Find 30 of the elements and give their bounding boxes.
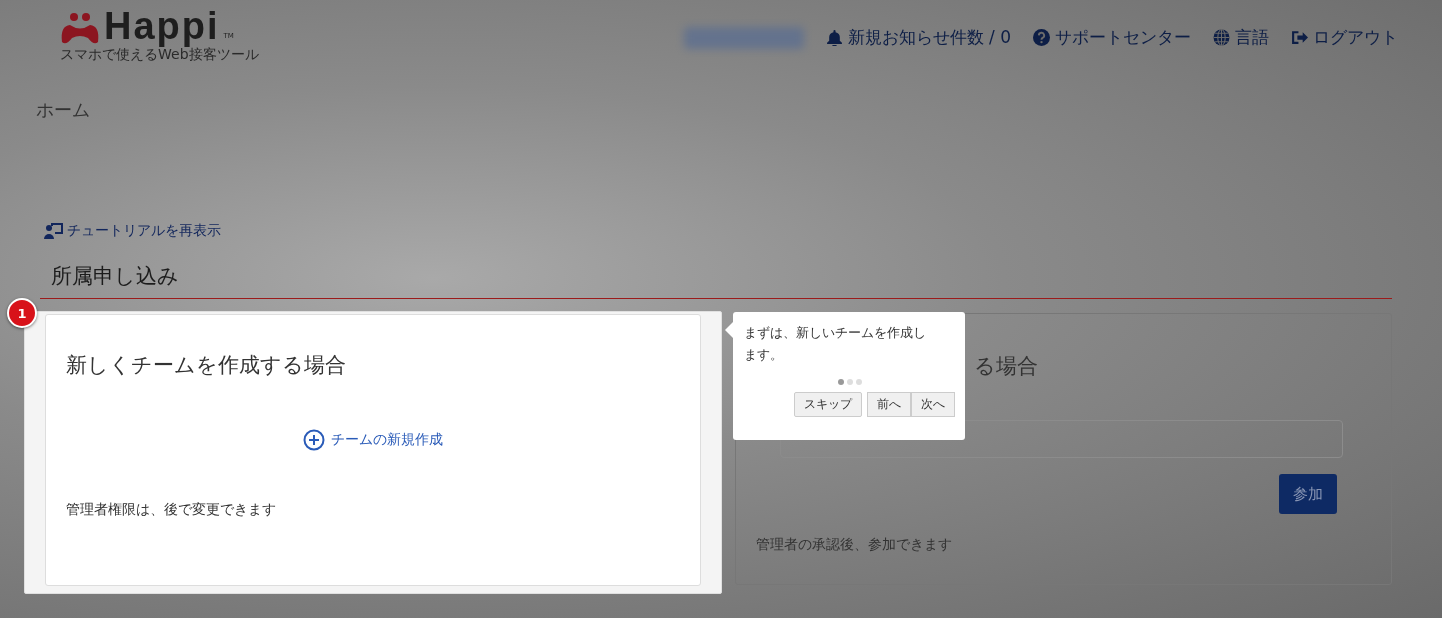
logout-icon [1291,29,1308,46]
card-note: 管理者の承認後、参加できます [756,536,953,554]
logo-tagline: スマホで使えるWeb接客ツール [60,46,259,64]
card-title: る場合 [974,353,1039,380]
breadcrumb: ホーム [35,98,91,122]
step-badge: 1 [7,298,37,328]
previous-button[interactable]: 前へ [867,392,911,417]
card-title: 新しくチームを作成する場合 [66,352,347,379]
bell-icon [825,29,843,46]
section-title: 所属申し込み [40,262,1392,299]
logo-text: Happi [104,6,220,46]
tooltip-text: まずは、新しいチームを作成します。 [744,324,927,364]
skip-button[interactable]: スキップ [794,392,862,417]
tutorial-link[interactable]: チュートリアルを再表示 [44,222,221,240]
globe-icon [1213,29,1230,46]
logo-icon [60,12,100,46]
create-team-link[interactable]: チームの新規作成 [303,429,443,451]
pagination-dot[interactable] [846,379,853,385]
plus-circle-icon [303,429,325,451]
nav-link[interactable]: 言語 [1213,26,1269,49]
presenter-icon [44,222,64,240]
pagination-dot[interactable] [837,379,844,385]
nav-link[interactable]: ログアウト [1291,26,1398,49]
card-note: 管理者権限は、後で変更できます [66,501,277,519]
join-button[interactable]: 参加 [1279,474,1337,514]
nav-link[interactable]: サポートセンター [1033,26,1191,49]
nav-link[interactable]: 新規お知らせ件数 / 0 [825,26,1011,49]
help-icon [1033,29,1050,46]
next-button[interactable]: 次へ [911,392,955,417]
pagination-dot[interactable] [855,379,862,385]
